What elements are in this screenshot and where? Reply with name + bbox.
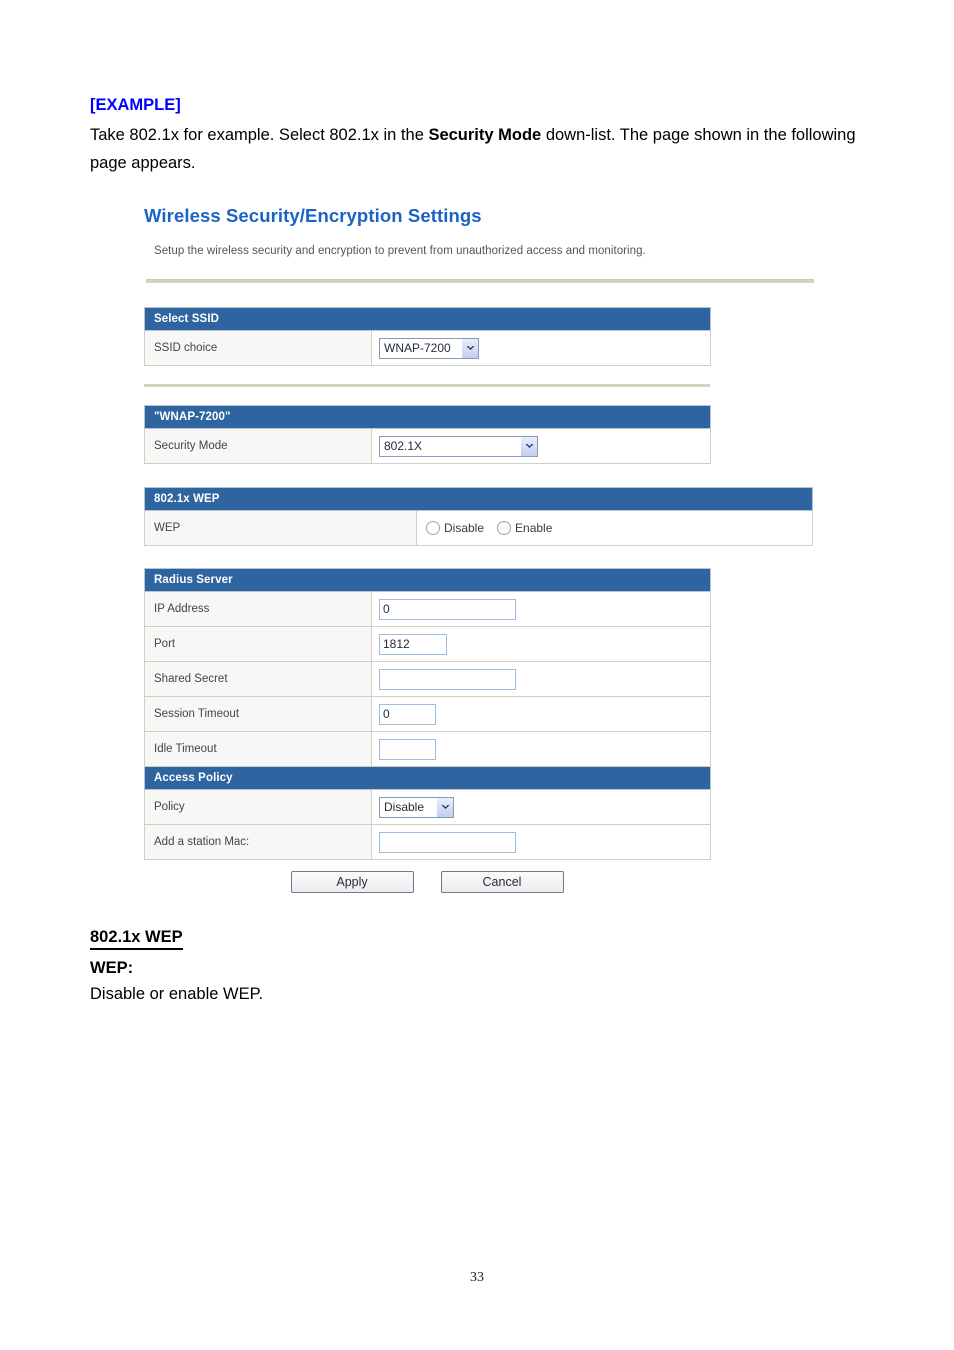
shared-secret-input[interactable] (379, 668, 516, 690)
idle-timeout-input[interactable] (379, 738, 436, 760)
router-ui-screenshot: Wireless Security/Encryption Settings Se… (142, 205, 832, 893)
apply-button[interactable]: Apply (290, 871, 414, 893)
example-tag: [EXAMPLE] (90, 96, 181, 114)
section-header-access-policy: Access Policy (144, 766, 711, 790)
add-station-mac-input[interactable] (379, 831, 516, 853)
table-row: Security Mode 802.1X (144, 428, 711, 464)
header-divider (146, 279, 814, 283)
session-timeout-input[interactable]: 0 (379, 703, 436, 725)
port-label: Port (144, 626, 372, 662)
page-number: 33 (470, 1270, 484, 1285)
wep-radio-enable-label: Enable (515, 521, 553, 535)
security-mode-value: 802.1X (384, 438, 423, 453)
ssid-choice-value: WNAP-7200 (384, 340, 451, 355)
policy-cell: Disable (371, 789, 711, 825)
section-header-ssid-profile: "WNAP-7200" (144, 405, 711, 429)
table-row: SSID choice WNAP-7200 (144, 330, 711, 366)
security-mode-select[interactable]: 802.1X (379, 435, 538, 457)
ssid-choice-cell: WNAP-7200 (371, 330, 711, 366)
section-header-radius-server: Radius Server (144, 568, 711, 592)
trailing-body: Disable or enable WEP. (90, 985, 264, 1003)
section-header-select-ssid: Select SSID (144, 307, 711, 331)
policy-label: Policy (144, 789, 372, 825)
table-row: Policy Disable (144, 789, 711, 825)
radio-unchecked-icon (497, 521, 512, 535)
ip-address-cell: 0 (371, 591, 711, 627)
security-mode-emphasis: Security Mode (428, 126, 542, 144)
ip-address-label: IP Address (144, 591, 372, 627)
document-intro-block: [EXAMPLE] Take 802.1x for example. Selec… (90, 92, 880, 177)
intro-text-before: Take 802.1x for example. Select 802.1x i… (90, 126, 429, 144)
trailing-heading: 802.1x WEP (90, 928, 183, 950)
trailing-prose-block: 802.1x WEP WEP: Disable or enable WEP. (90, 928, 790, 1004)
table-row: Port 1812 (144, 626, 711, 662)
port-cell: 1812 (371, 626, 711, 662)
select-ssid-table: Select SSID SSID choice WNAP-7200 (144, 307, 711, 366)
chevron-down-icon (521, 436, 537, 456)
session-timeout-cell: 0 (371, 696, 711, 732)
security-mode-label: Security Mode (144, 428, 372, 464)
section-header-wep-8021x: 802.1x WEP (143, 487, 814, 511)
ssid-choice-select[interactable]: WNAP-7200 (379, 337, 479, 359)
add-station-mac-cell (371, 824, 711, 860)
ssid-choice-label: SSID choice (144, 330, 372, 366)
page-description: Setup the wireless security and encrypti… (154, 245, 646, 257)
cancel-button[interactable]: Cancel (440, 871, 564, 893)
table-row: IP Address 0 (144, 591, 711, 627)
idle-timeout-cell (371, 731, 711, 767)
wep-8021x-table: 802.1x WEP WEP Disable Enable (143, 487, 814, 546)
idle-timeout-label: Idle Timeout (144, 731, 372, 767)
wep-label: WEP (144, 510, 417, 546)
table-row: Session Timeout 0 (144, 696, 711, 732)
wep-radio-enable[interactable]: Enable (497, 521, 552, 535)
radio-unchecked-icon (426, 521, 440, 535)
table-row: Shared Secret (144, 661, 711, 697)
shared-secret-cell (371, 661, 711, 697)
chevron-down-icon (462, 338, 478, 358)
wep-radio-disable[interactable]: Disable (426, 521, 484, 535)
wep-cell: Disable Enable (415, 510, 814, 546)
table-row: Idle Timeout (144, 731, 711, 767)
policy-value: Disable (384, 799, 425, 814)
intro-paragraph: Take 802.1x for example. Select 802.1x i… (90, 121, 880, 177)
port-input[interactable]: 1812 (379, 633, 447, 655)
policy-select[interactable]: Disable (379, 796, 454, 818)
ip-address-input[interactable]: 0 (379, 598, 516, 620)
wep-radio-disable-label: Disable (444, 521, 485, 535)
trailing-term: WEP: (90, 959, 134, 977)
wep-radio-group: Disable Enable (424, 521, 812, 535)
security-mode-cell: 802.1X (371, 428, 711, 464)
add-station-mac-label: Add a station Mac: (144, 824, 372, 860)
page-title: Wireless Security/Encryption Settings (144, 205, 482, 226)
form-actions: Apply Cancel (144, 871, 710, 893)
radius-and-policy-table: Radius Server IP Address 0 Port 1812 Sha… (144, 568, 711, 860)
shared-secret-label: Shared Secret (144, 661, 372, 697)
table-row: Add a station Mac: (144, 824, 711, 860)
session-timeout-label: Session Timeout (144, 696, 372, 732)
chevron-down-icon (437, 797, 453, 817)
table-row: WEP Disable Enable (144, 510, 814, 546)
ssid-profile-table: "WNAP-7200" Security Mode 802.1X (144, 405, 711, 464)
